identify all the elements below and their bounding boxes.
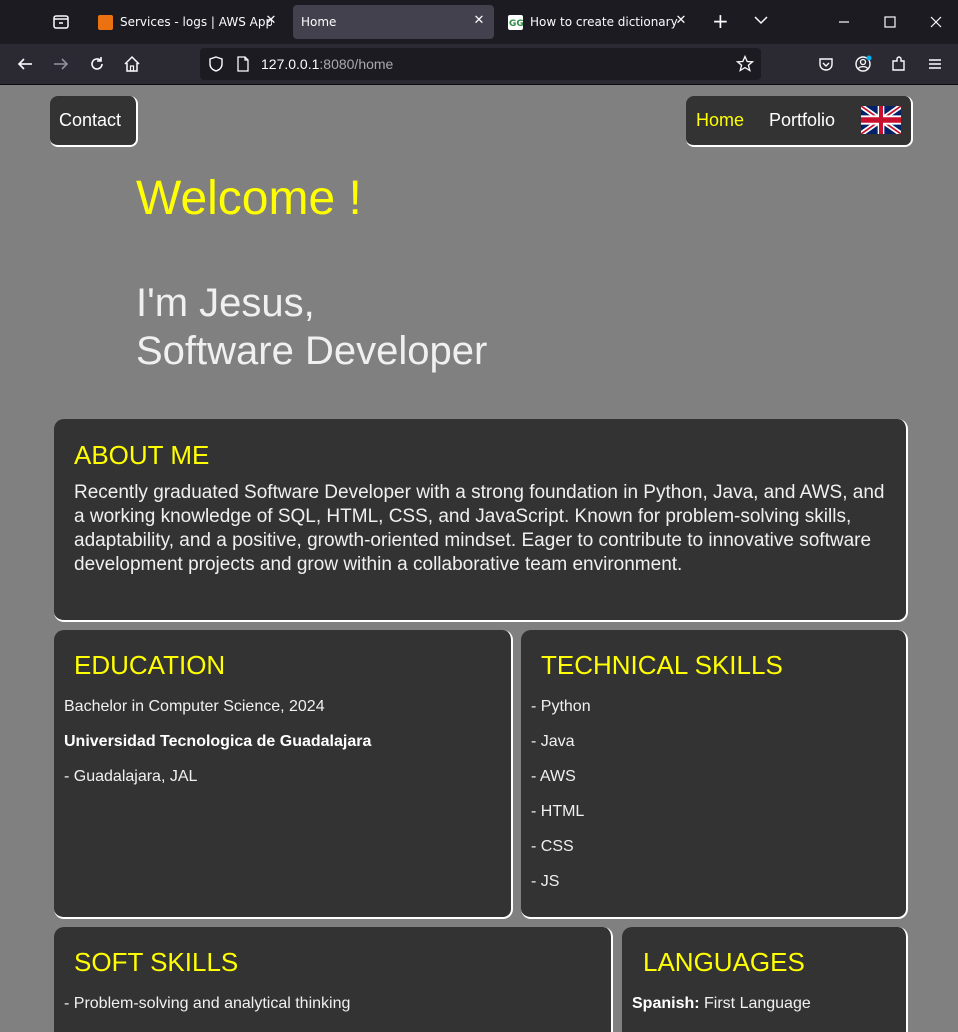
browser-tab-bar: Services - logs | AWS App Runner ✕ Home … (0, 0, 958, 44)
close-tab-icon[interactable]: ✕ (674, 14, 688, 28)
back-icon[interactable] (15, 54, 35, 74)
skill-item: - JS (531, 873, 560, 890)
intro-role: Software Developer (136, 329, 488, 373)
menu-icon[interactable] (925, 54, 945, 74)
language-name: Spanish: (632, 995, 700, 1012)
svg-text:GG: GG (509, 19, 523, 29)
shield-icon[interactable] (206, 54, 226, 74)
tab-list-icon[interactable] (50, 10, 72, 32)
contact-nav: Contact (50, 96, 138, 147)
reload-icon[interactable] (87, 54, 107, 74)
chevron-down-icon[interactable] (752, 11, 770, 29)
home-link[interactable]: Home (696, 110, 744, 131)
tab-title: Home (301, 15, 337, 29)
account-icon[interactable] (853, 54, 873, 74)
about-card: ABOUT ME Recently graduated Software Dev… (54, 419, 908, 622)
new-tab-icon[interactable]: + (712, 11, 729, 31)
intro-name: I'm Jesus, (136, 281, 315, 325)
browser-tab-aws[interactable]: Services - logs | AWS App Runner ✕ (90, 5, 286, 39)
education-school: Universidad Tecnologica de Guadalajara (64, 733, 372, 750)
welcome-heading: Welcome ! (136, 172, 362, 225)
page-viewport: Contact Home Portfolio Welcome ! I'm Jes… (0, 86, 958, 1032)
skill-item: - AWS (531, 768, 576, 785)
uk-flag-icon[interactable] (860, 103, 902, 137)
browser-tab-dictionary[interactable]: GG How to create dictionary and add ✕ (500, 5, 696, 39)
portfolio-link[interactable]: Portfolio (769, 110, 835, 131)
contact-link[interactable]: Contact (59, 110, 121, 131)
soft-skills-title: SOFT SKILLS (74, 947, 239, 977)
page-icon (233, 54, 253, 74)
bookmark-star-icon[interactable] (735, 54, 755, 74)
skill-item: - Python (531, 698, 591, 715)
skill-item: - CSS (531, 838, 574, 855)
close-tab-icon[interactable]: ✕ (264, 14, 278, 28)
close-window-icon[interactable] (926, 12, 946, 32)
aws-favicon-icon (98, 15, 113, 30)
language-level: First Language (704, 995, 811, 1012)
skill-item: - Java (531, 733, 575, 750)
skill-item: - HTML (531, 803, 585, 820)
intro-heading: I'm Jesus, Software Developer (136, 279, 487, 375)
pocket-icon[interactable] (816, 54, 836, 74)
education-title: EDUCATION (74, 650, 226, 680)
about-title: ABOUT ME (74, 440, 210, 470)
geeksforgeeks-favicon-icon: GG (508, 15, 524, 30)
url-text: 127.0.0.1:8080/home (261, 56, 393, 72)
minimize-icon[interactable] (834, 12, 854, 32)
main-nav: Home Portfolio (686, 96, 913, 147)
home-icon[interactable] (122, 54, 142, 74)
soft-skills-card: SOFT SKILLS - Problem-solving and analyt… (54, 927, 613, 1032)
tab-title: Services - logs | AWS App Runner (120, 15, 272, 29)
languages-card: LANGUAGES Spanish: First Language (622, 927, 908, 1032)
education-degree: Bachelor in Computer Science, 2024 (64, 698, 325, 715)
technical-skills-card: TECHNICAL SKILLS - Python - Java - AWS -… (521, 630, 908, 919)
technical-skills-title: TECHNICAL SKILLS (541, 650, 783, 680)
languages-title: LANGUAGES (643, 947, 805, 977)
education-location: - Guadalajara, JAL (64, 768, 198, 785)
extensions-icon[interactable] (889, 54, 909, 74)
maximize-icon[interactable] (880, 12, 900, 32)
education-card: EDUCATION Bachelor in Computer Science, … (54, 630, 513, 919)
url-rest: :8080/home (319, 56, 394, 72)
address-bar[interactable]: 127.0.0.1:8080/home (200, 48, 761, 80)
url-host: 127.0.0.1 (261, 56, 320, 72)
tab-title: How to create dictionary and add (530, 15, 678, 29)
browser-toolbar: 127.0.0.1:8080/home (0, 44, 958, 85)
language-item: Spanish: First Language (632, 994, 811, 1014)
soft-skill-item: - Problem-solving and analytical thinkin… (64, 995, 351, 1012)
about-text: Recently graduated Software Developer wi… (74, 482, 885, 575)
forward-icon[interactable] (51, 54, 71, 74)
browser-tab-home[interactable]: Home ✕ (293, 5, 494, 39)
close-tab-icon[interactable]: ✕ (472, 14, 486, 28)
